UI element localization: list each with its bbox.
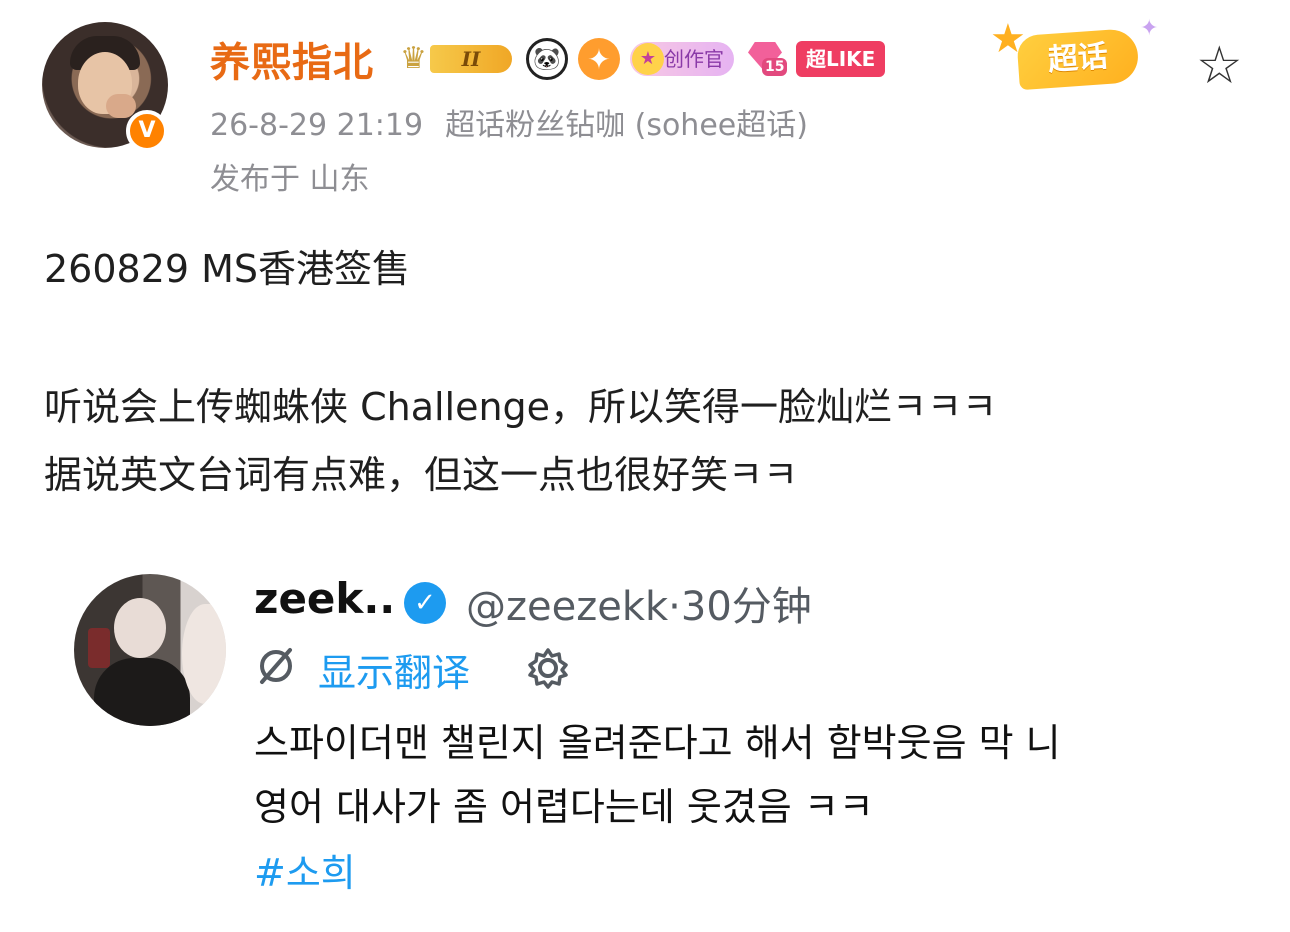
tweet-text-line: 스파이더맨 챌린지 올려준다고 해서 함박웃음 막 니 (254, 721, 1061, 765)
post-meta: 26-8-29 21:19 超话粉丝钻咖 (sohee超话) (210, 100, 808, 144)
post-title: 260829 MS香港签售 (44, 247, 411, 291)
tweet-hashtag[interactable]: #소희 (254, 842, 356, 897)
creator-badge-label: 创作官 (664, 47, 724, 71)
member-level-badge[interactable]: ♛ II (400, 39, 516, 79)
verified-v-icon: V (126, 110, 168, 152)
sparkle-icon: ✦ (1140, 16, 1159, 41)
gear-icon[interactable] (526, 646, 570, 690)
author-badges: ♛ II 🐼 ✦ ★ 创作官 15 超LIKE (400, 36, 886, 82)
post-location: 发布于 山东 (210, 162, 370, 197)
diamond-level-label: 15 (762, 58, 788, 76)
checkmark-icon: ✓ (404, 582, 446, 624)
panda-icon[interactable]: 🐼 (526, 38, 568, 80)
weibo-post: V 养熙指北 ♛ II 🐼 ✦ ★ 创作官 15 超LIKE ★ 超话 ✦ ☆ … (0, 0, 1290, 932)
post-text-line: 听说会上传蜘蛛侠 Challenge，所以笑得一脸灿烂ㅋㅋㅋ (44, 385, 997, 429)
tweet-text-line: 영어 대사가 좀 어렵다는데 웃겼음 ㅋㅋ (254, 785, 874, 829)
supertopic-label: 超话 (1016, 27, 1140, 91)
tweet-author-name[interactable]: zeek.. (254, 574, 395, 623)
crown-icon: ♛ (400, 41, 427, 76)
post-text-line: 据说英文台词有点难，但这一点也很好笑ㅋㅋ (44, 453, 798, 497)
diamond-fan-badge[interactable]: 15 (744, 38, 788, 80)
creator-badge[interactable]: ★ 创作官 (630, 42, 734, 76)
author-name[interactable]: 养熙指北 (210, 30, 374, 88)
tweet-author-avatar[interactable] (74, 574, 226, 726)
post-datetime: 26-8-29 21:19 (210, 108, 424, 143)
tweet-handle-time: @zeezekk·30分钟 (466, 584, 812, 630)
supertopic-tag[interactable]: ★ 超话 ✦ (990, 16, 1160, 94)
translate-icon[interactable] (254, 644, 298, 688)
post-source[interactable]: 超话粉丝钻咖 (sohee超话) (445, 108, 808, 143)
star-outline-icon[interactable]: ☆ (1196, 40, 1243, 92)
show-translation-link[interactable]: 显示翻译 (318, 642, 470, 697)
creator-icon: ★ (632, 43, 664, 75)
fish-icon[interactable]: ✦ (578, 38, 620, 80)
member-level-label: II (430, 45, 512, 73)
super-like-badge[interactable]: 超LIKE (796, 41, 886, 77)
